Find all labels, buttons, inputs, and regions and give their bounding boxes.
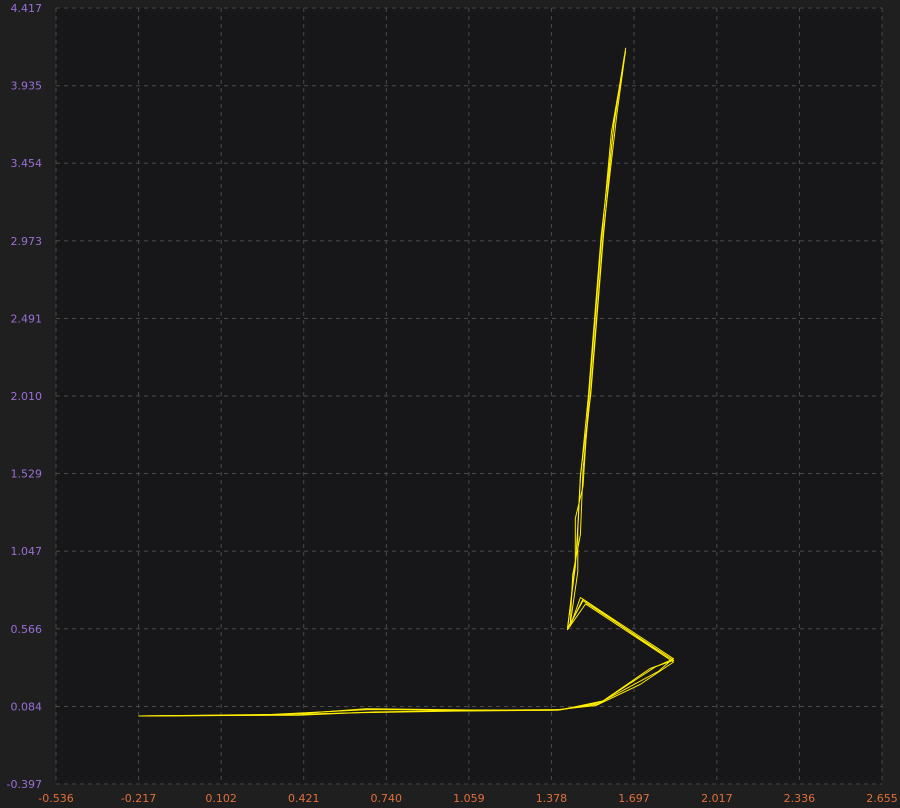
x-tick-label: -0.217: [121, 792, 156, 805]
y-tick-label: 1.047: [11, 545, 43, 558]
x-tick-label: 2.336: [784, 792, 816, 805]
x-tick-label: 0.740: [371, 792, 403, 805]
y-tick-label: -0.397: [7, 778, 42, 791]
y-tick-label: 4.417: [11, 2, 43, 15]
y-tick-label: 2.010: [11, 390, 43, 403]
x-tick-label: 1.378: [536, 792, 568, 805]
y-tick-label: 2.491: [11, 312, 43, 325]
y-tick-label: 0.084: [11, 700, 43, 713]
x-tick-label: 1.059: [453, 792, 485, 805]
y-tick-label: 3.935: [11, 80, 43, 93]
x-tick-label: -0.536: [38, 792, 73, 805]
chart: -0.536 -0.217 0.102 0.421 0.740 1.059 1.378 1.6…: [0, 0, 900, 808]
y-tick-label: 0.566: [11, 623, 43, 636]
x-tick-label: 1.697: [618, 792, 650, 805]
x-tick-label: 2.017: [701, 792, 733, 805]
x-tick-label: 0.421: [288, 792, 320, 805]
y-tick-label: 1.529: [11, 468, 43, 481]
y-tick-label: 2.973: [11, 235, 43, 248]
x-tick-label: 2.655: [866, 792, 898, 805]
y-tick-label: 3.454: [11, 157, 43, 170]
x-tick-label: 0.102: [205, 792, 237, 805]
